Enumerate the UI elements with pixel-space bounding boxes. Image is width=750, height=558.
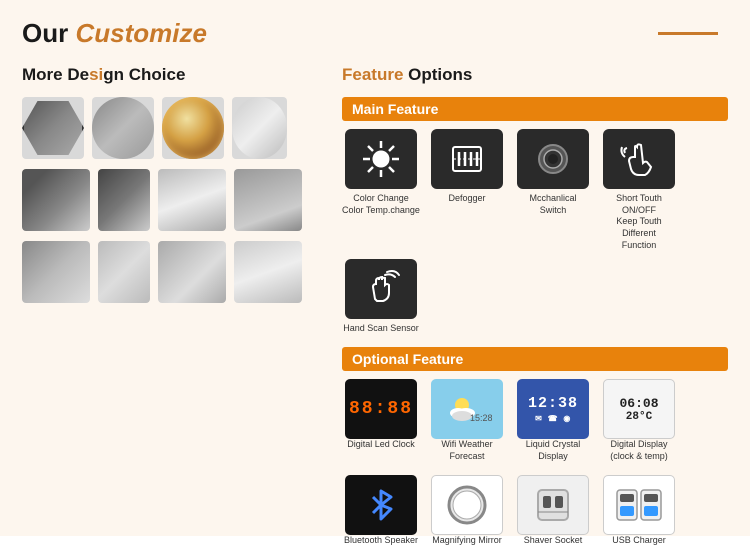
touch-icon: [617, 137, 661, 181]
feature-digital-display: 06:08 28°C Digital Display(clock & temp): [600, 379, 678, 462]
switch-icon: [531, 137, 575, 181]
mirror-oval: [232, 97, 287, 159]
right-column: Feature Options Main Feature: [342, 65, 728, 558]
feature-section-title: Feature Options: [342, 65, 728, 85]
lcd-label: Liquid Crystal Display: [514, 439, 592, 462]
weather-icon: 15:28: [442, 391, 492, 427]
mirror-rect-8: [234, 241, 302, 303]
feature-usb: USB Charger: [600, 475, 678, 547]
feature-hand-scan: Hand Scan Sensor: [342, 259, 420, 335]
optional-feature-header: Optional Feature: [342, 347, 728, 371]
usb-icon-box: [603, 475, 675, 535]
main-feature-header: Main Feature: [342, 97, 728, 121]
touch-icon-box: [603, 129, 675, 189]
hand-icon: [359, 267, 403, 311]
header-line: [658, 32, 718, 35]
design-section-title: More Design Choice: [22, 65, 322, 85]
bluetooth-icon: [363, 483, 399, 527]
mirror-rect-1: [22, 169, 90, 231]
mirror-rect-4: [234, 169, 302, 231]
svg-text:15:28: 15:28: [470, 413, 492, 423]
feature-defogger: Defogger: [428, 129, 506, 251]
feature-touch: Short Touth ON/OFFKeep Touth DifferentFu…: [600, 129, 678, 251]
feature-magnifying: Magnifying Mirror: [428, 475, 506, 547]
usb-icon: [609, 480, 669, 530]
led-clock-icon-box: 88:88: [345, 379, 417, 439]
mirror-row-1: [22, 97, 322, 159]
hand-scan-label: Hand Scan Sensor: [343, 323, 419, 335]
usb-label: USB Charger: [612, 535, 666, 547]
left-column: More Design Choice: [22, 65, 322, 558]
optional-feature-row2: Bluetooth Speaker Magnifying Mirror: [342, 475, 728, 547]
feature-mech-switch: McchanlicalSwitch: [514, 129, 592, 251]
digital-display-icon-box: 06:08 28°C: [603, 379, 675, 439]
feature-bluetooth: Bluetooth Speaker: [342, 475, 420, 547]
mirror-hexagon: [22, 97, 84, 159]
mirror-circle-1: [92, 97, 154, 159]
mirror-rect-5: [22, 241, 90, 303]
mirror-row-3: [22, 241, 322, 303]
defogger-icon-box: [431, 129, 503, 189]
switch-icon-box: [517, 129, 589, 189]
main-feature-grid: Color ChangeColor Temp.change: [342, 129, 728, 335]
magnifying-label: Magnifying Mirror: [432, 535, 502, 547]
mech-switch-label: McchanlicalSwitch: [529, 193, 576, 216]
weather-label: Wifi Weather Forecast: [428, 439, 506, 462]
defogger-label: Defogger: [448, 193, 485, 205]
mirror-rect-6: [98, 241, 150, 303]
defogger-icon: [445, 137, 489, 181]
touch-label: Short Touth ON/OFFKeep Touth DifferentFu…: [600, 193, 678, 251]
hand-icon-box: [345, 259, 417, 319]
shaver-label: Shaver Socket: [524, 535, 583, 547]
led-clock-label: Digital Led Clock: [347, 439, 415, 451]
page-title: Our Customize: [22, 18, 207, 49]
sun-icon: [359, 137, 403, 181]
digital-display-label: Digital Display(clock & temp): [610, 439, 668, 462]
feature-shaver: Shaver Socket: [514, 475, 592, 547]
mirror-circle-warm: [162, 97, 224, 159]
color-change-icon-box: [345, 129, 417, 189]
lcd-icon-box: 12:38 ✉ ☎ ◉: [517, 379, 589, 439]
feature-led-clock: 88:88 Digital Led Clock: [342, 379, 420, 462]
feature-weather: 15:28 Wifi Weather Forecast: [428, 379, 506, 462]
mirror-rect-7: [158, 241, 226, 303]
optional-feature-row1: 88:88 Digital Led Clock 15:28 W: [342, 379, 728, 462]
shaver-icon-box: [517, 475, 589, 535]
color-change-label: Color ChangeColor Temp.change: [342, 193, 420, 216]
shaver-icon: [528, 480, 578, 530]
feature-lcd: 12:38 ✉ ☎ ◉ Liquid Crystal Display: [514, 379, 592, 462]
bluetooth-icon-box: [345, 475, 417, 535]
bluetooth-label: Bluetooth Speaker: [344, 535, 418, 547]
weather-icon-box: 15:28: [431, 379, 503, 439]
mirror-row-2: [22, 169, 322, 231]
magnifying-icon-box: [431, 475, 503, 535]
feature-color-change: Color ChangeColor Temp.change: [342, 129, 420, 251]
magnifying-icon: [442, 480, 492, 530]
main-content: More Design Choice: [22, 65, 728, 558]
mirror-rect-2: [98, 169, 150, 231]
header: Our Customize: [22, 18, 728, 49]
mirror-rect-3: [158, 169, 226, 231]
page: Our Customize More Design Choice: [0, 0, 750, 536]
